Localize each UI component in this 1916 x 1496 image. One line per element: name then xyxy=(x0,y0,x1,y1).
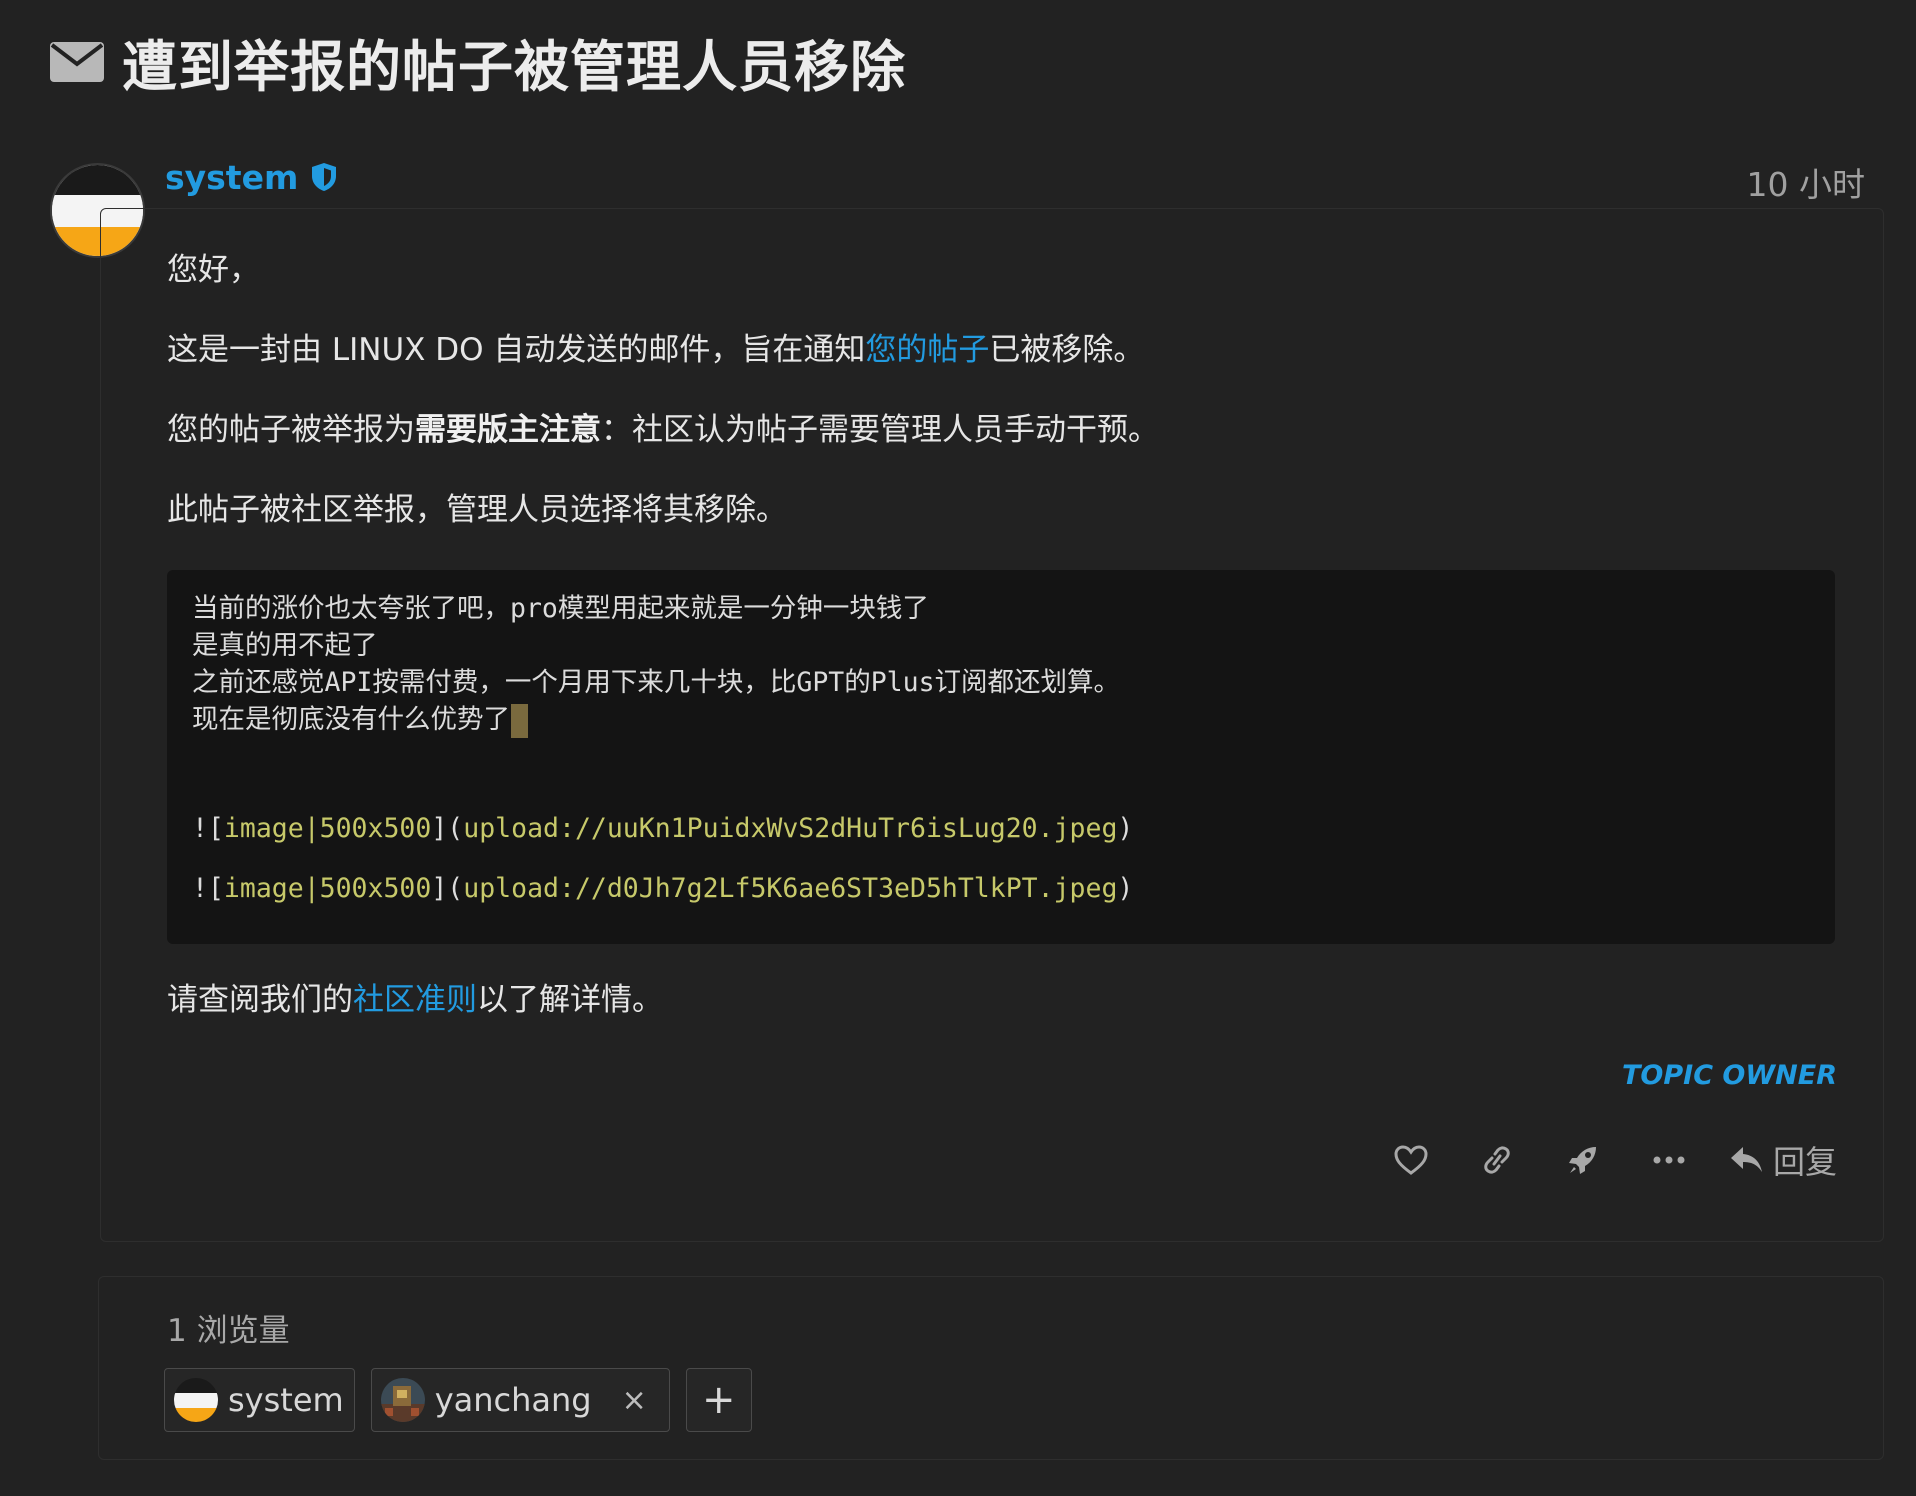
your-post-link[interactable]: 您的帖子 xyxy=(865,332,989,368)
post-body-footer: 请查阅我们的社区准则以了解详情。 xyxy=(167,970,1837,1050)
code-line: 当前的涨价也太夸张了吧，pro模型用起来就是一分钟一块钱了 xyxy=(192,593,929,624)
topic-title-row: 遭到举报的帖子被管理人员移除 xyxy=(50,26,906,99)
link-icon xyxy=(1484,1146,1510,1174)
code-line: 现在是彻底没有什么优势了 xyxy=(192,701,1810,738)
add-participant-button[interactable]: + xyxy=(685,1368,752,1432)
guidelines-text-before: 请查阅我们的 xyxy=(167,982,353,1018)
more-options-button[interactable] xyxy=(1639,1130,1699,1190)
envelope-icon xyxy=(50,41,106,83)
more-icon xyxy=(1653,1156,1685,1164)
like-button[interactable] xyxy=(1381,1130,1441,1190)
post-body: 您好， 这是一封由 LINUX DO 自动发送的邮件，旨在通知您的帖子已被移除。… xyxy=(167,240,1837,560)
participant-chip-system[interactable]: system xyxy=(164,1368,355,1432)
code-line: 之前还感觉API按需付费，一个月用下来几十块，比GPT的Plus订阅都还划算。 xyxy=(192,667,1121,698)
community-guidelines-link[interactable]: 社区准则 xyxy=(353,982,477,1018)
flag-text-after: ：社区认为帖子需要管理人员手动干预。 xyxy=(601,412,1159,448)
reply-button[interactable]: 回复 xyxy=(1729,1137,1837,1183)
view-count: 1 浏览量 xyxy=(167,1313,290,1349)
heart-icon xyxy=(1394,1145,1428,1175)
notice-text-before: 这是一封由 LINUX DO 自动发送的邮件，旨在通知 xyxy=(167,332,866,368)
post-header: system 10 小时 xyxy=(165,152,1865,205)
page-title: 遭到举报的帖子被管理人员移除 xyxy=(122,35,907,99)
post-actions: 回复 xyxy=(1355,1130,1837,1190)
avatar xyxy=(380,1378,425,1422)
flag-reason-paragraph: 您的帖子被举报为需要版主注意：社区认为帖子需要管理人员手动干预。 xyxy=(167,400,1837,480)
remove-participant-icon[interactable]: × xyxy=(622,1383,647,1418)
participants-list: system yanchang × + xyxy=(164,1368,752,1432)
boost-button[interactable] xyxy=(1553,1130,1613,1190)
post-timestamp[interactable]: 10 小时 xyxy=(1747,158,1865,206)
notice-paragraph: 这是一封由 LINUX DO 自动发送的邮件，旨在通知您的帖子已被移除。 xyxy=(167,320,1837,400)
flag-reason: 需要版主注意 xyxy=(415,412,601,448)
reply-icon xyxy=(1730,1147,1762,1172)
guidelines-text-after: 以了解详情。 xyxy=(477,982,663,1018)
notice-text-after: 已被移除。 xyxy=(989,332,1145,368)
avatar xyxy=(174,1378,218,1422)
flag-text-before: 您的帖子被举报为 xyxy=(167,412,415,448)
code-image-markdown-2: ![image|500x500](upload://d0Jh7g2Lf5K6ae… xyxy=(192,873,1134,904)
topic-owner-badge: TOPIC OWNER xyxy=(1622,1060,1837,1091)
username-link[interactable]: system xyxy=(165,158,298,197)
shield-icon xyxy=(310,162,340,192)
code-image-markdown-1: ![image|500x500](upload://uuKn1PuidxWvS2… xyxy=(192,813,1134,844)
participant-name: system xyxy=(228,1381,344,1419)
text-cursor xyxy=(511,703,528,738)
quoted-post-code-block: 当前的涨价也太夸张了吧，pro模型用起来就是一分钟一块钱了 是真的用不起了 之前… xyxy=(167,570,1835,944)
code-line-text: 现在是彻底没有什么优势了 xyxy=(192,704,510,735)
participant-name: yanchang xyxy=(434,1381,592,1419)
guidelines-paragraph: 请查阅我们的社区准则以了解详情。 xyxy=(167,970,1837,1050)
reply-label: 回复 xyxy=(1772,1143,1837,1181)
greeting-text: 您好， xyxy=(167,252,260,288)
rocket-icon xyxy=(1568,1147,1596,1174)
removal-paragraph: 此帖子被社区举报，管理人员选择将其移除。 xyxy=(167,492,787,528)
copy-link-button[interactable] xyxy=(1467,1130,1527,1190)
code-line: 是真的用不起了 xyxy=(192,630,378,661)
participant-chip-yanchang[interactable]: yanchang × xyxy=(370,1368,670,1432)
